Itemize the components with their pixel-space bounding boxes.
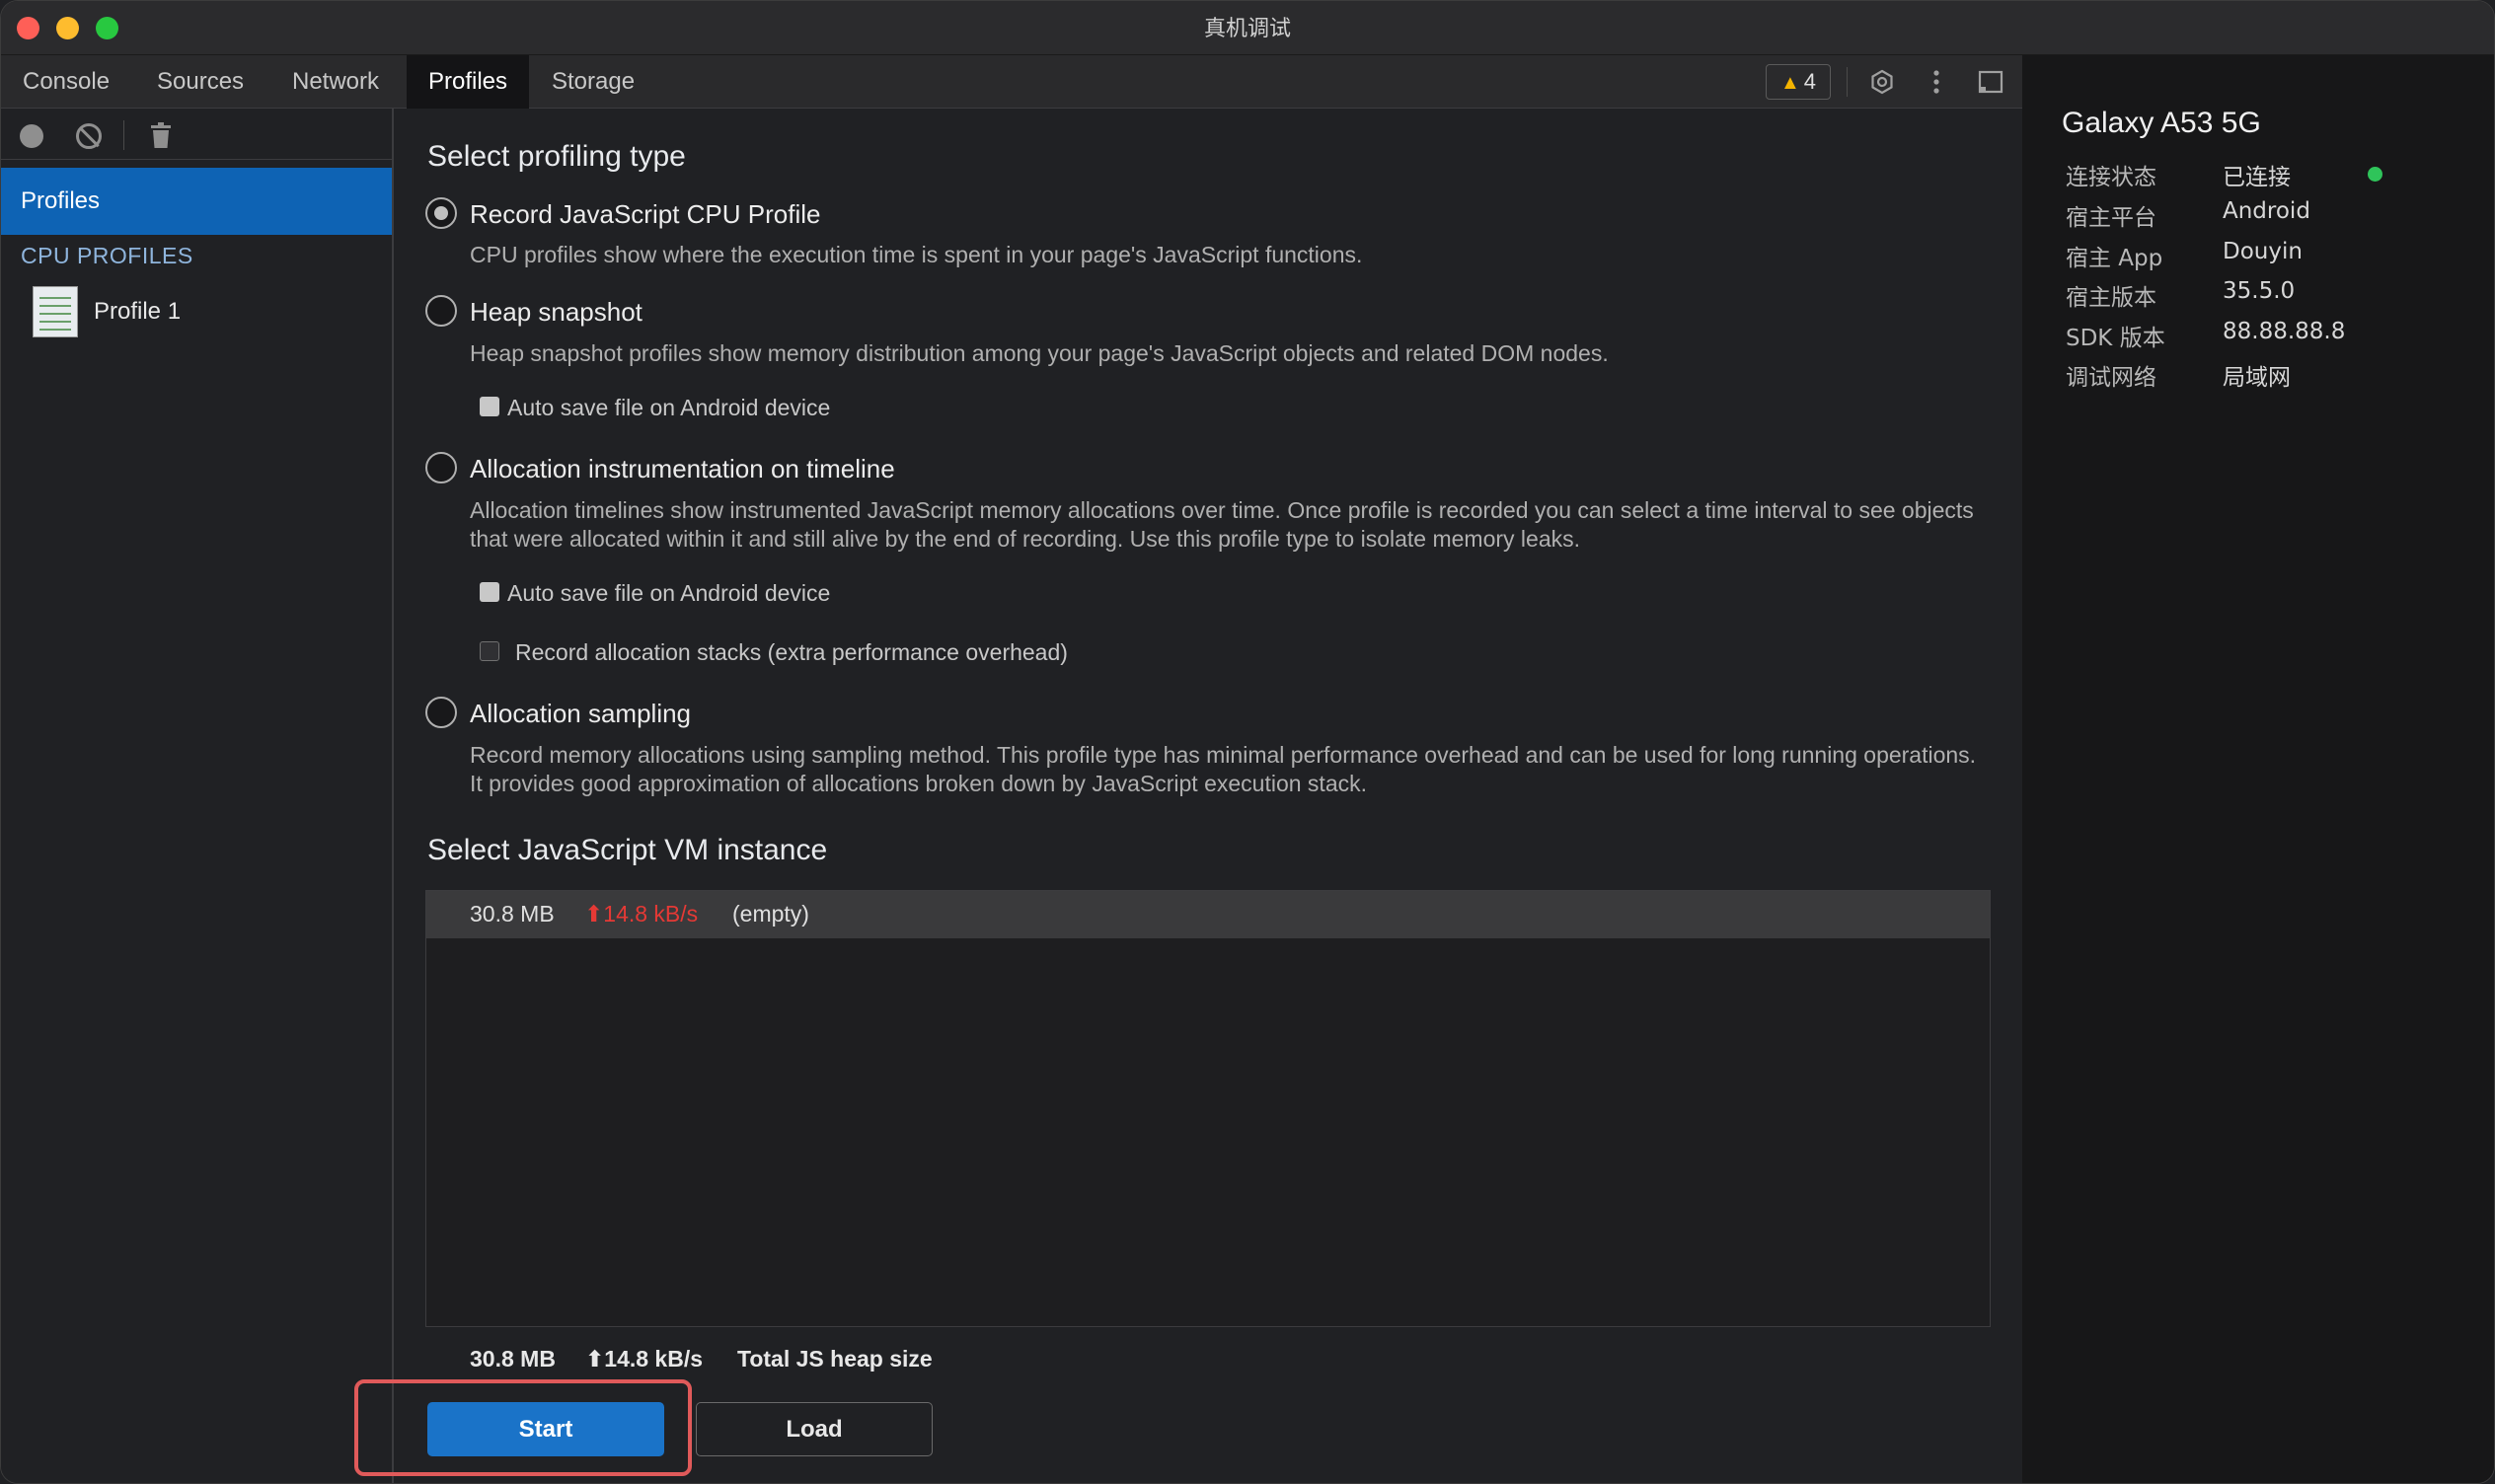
warning-icon: ▲ [1779, 72, 1800, 94]
cpu-profile-label: Record JavaScript CPU Profile [470, 199, 821, 229]
allocation-timeline-label: Allocation instrumentation on timeline [470, 454, 895, 483]
device-row-version: 宿主版本 35.5.0 [2066, 278, 2460, 318]
host-app-value: Douyin [2223, 239, 2303, 264]
clear-icon[interactable] [76, 123, 102, 149]
total-heap-size-label: Total JS heap size [737, 1346, 933, 1372]
vm-instance-rate: ⬆14.8 kB/s [584, 901, 699, 927]
vm-instance-row[interactable]: 30.8 MB ⬆14.8 kB/s (empty) [426, 891, 1990, 938]
connection-status-key: 连接状态 [2066, 165, 2156, 190]
vm-instance-name: (empty) [732, 901, 809, 927]
host-platform-value: Android [2223, 198, 2310, 224]
timeline-auto-save-checkbox[interactable] [480, 582, 499, 602]
host-version-value: 35.5.0 [2223, 278, 2296, 304]
allocation-timeline-radio[interactable] [425, 452, 457, 483]
profiling-type-heading: Select profiling type [427, 140, 686, 173]
vm-instance-list: 30.8 MB ⬆14.8 kB/s (empty) [425, 890, 1991, 1327]
warning-count: 4 [1803, 69, 1817, 94]
allocation-sampling-label: Allocation sampling [470, 699, 692, 728]
devtools-window: 真机调试 Console Sources Network Profiles St… [0, 0, 2495, 1484]
cpu-profile-radio[interactable] [425, 197, 457, 229]
connected-status-icon [2368, 167, 2382, 182]
total-heap-size-value: 30.8 MB [470, 1346, 556, 1372]
vm-instance-size: 30.8 MB [470, 901, 555, 927]
start-button[interactable]: Start [427, 1402, 664, 1456]
sidebar-toolbar-divider [123, 120, 124, 150]
profile-item-label: Profile 1 [94, 298, 182, 325]
sidebar-item-profile-1[interactable]: Profile 1 [33, 286, 368, 337]
heap-auto-save-label: Auto save file on Android device [507, 395, 831, 420]
title-bar: 真机调试 [1, 1, 2494, 55]
allocation-stacks-checkbox[interactable] [480, 641, 499, 661]
heap-snapshot-description: Heap snapshot profiles show memory distr… [470, 340, 1609, 366]
dock-icon[interactable] [1975, 66, 2006, 98]
cpu-profiles-section-label: CPU PROFILES [21, 243, 193, 268]
host-app-key: 宿主 App [2066, 246, 2163, 271]
cpu-profile-description: CPU profiles show where the execution ti… [470, 242, 1363, 267]
tab-console[interactable]: Console [1, 55, 131, 109]
more-icon[interactable] [1921, 66, 1952, 98]
allocation-sampling-description: Record memory allocations using sampling… [470, 742, 1977, 796]
sidebar-item-profiles[interactable]: Profiles [1, 168, 392, 235]
heap-snapshot-label: Heap snapshot [470, 297, 643, 327]
warnings-badge[interactable]: ▲ 4 [1766, 64, 1831, 100]
sidebar-toolbar [1, 109, 392, 160]
allocation-timeline-description: Allocation timelines show instrumented J… [470, 497, 1974, 552]
device-row-sdk: SDK 版本 88.88.88.8 [2066, 319, 2460, 358]
host-version-key: 宿主版本 [2066, 285, 2156, 311]
device-row-app: 宿主 App Douyin [2066, 239, 2460, 278]
device-name: Galaxy A53 5G [2062, 107, 2261, 139]
sdk-version-key: SDK 版本 [2066, 326, 2165, 351]
toolbar-divider [1847, 67, 1848, 97]
heap-auto-save-checkbox[interactable] [480, 397, 499, 416]
panel-tab-bar: Console Sources Network Profiles Storage… [1, 55, 2022, 109]
record-icon[interactable] [20, 124, 43, 148]
tab-sources[interactable]: Sources [135, 55, 265, 109]
sdk-version-value: 88.88.88.8 [2223, 319, 2346, 344]
tab-profiles[interactable]: Profiles [407, 55, 530, 109]
load-button[interactable]: Load [696, 1402, 933, 1456]
profiles-main-panel: Select profiling type Record JavaScript … [354, 109, 2022, 1483]
device-info-panel: Galaxy A53 5G 连接状态 已连接 宿主平台 Android 宿主 A… [2022, 55, 2494, 1483]
total-heap-rate: ⬆14.8 kB/s [585, 1346, 704, 1372]
device-row-platform: 宿主平台 Android [2066, 198, 2460, 238]
device-row-network: 调试网络 局域网 [2066, 358, 2460, 398]
host-platform-key: 宿主平台 [2066, 205, 2156, 231]
tab-storage[interactable]: Storage [530, 55, 656, 109]
trash-icon[interactable] [149, 121, 173, 149]
tab-network[interactable]: Network [270, 55, 401, 109]
debug-network-key: 调试网络 [2066, 365, 2156, 391]
heap-snapshot-radio[interactable] [425, 295, 457, 327]
profiles-sidebar: Profiles CPU PROFILES Profile 1 [1, 109, 394, 1483]
vm-instance-heading: Select JavaScript VM instance [427, 834, 828, 866]
allocation-stacks-label: Record allocation stacks (extra performa… [515, 639, 1068, 665]
settings-icon[interactable] [1866, 66, 1898, 98]
debug-network-value: 局域网 [2223, 365, 2291, 391]
allocation-sampling-radio[interactable] [425, 697, 457, 728]
device-row-connection: 连接状态 已连接 [2066, 158, 2460, 197]
timeline-auto-save-label: Auto save file on Android device [507, 580, 831, 606]
profile-file-icon [33, 286, 78, 337]
connection-status-value: 已连接 [2223, 165, 2291, 190]
window-title: 真机调试 [1203, 17, 1291, 41]
